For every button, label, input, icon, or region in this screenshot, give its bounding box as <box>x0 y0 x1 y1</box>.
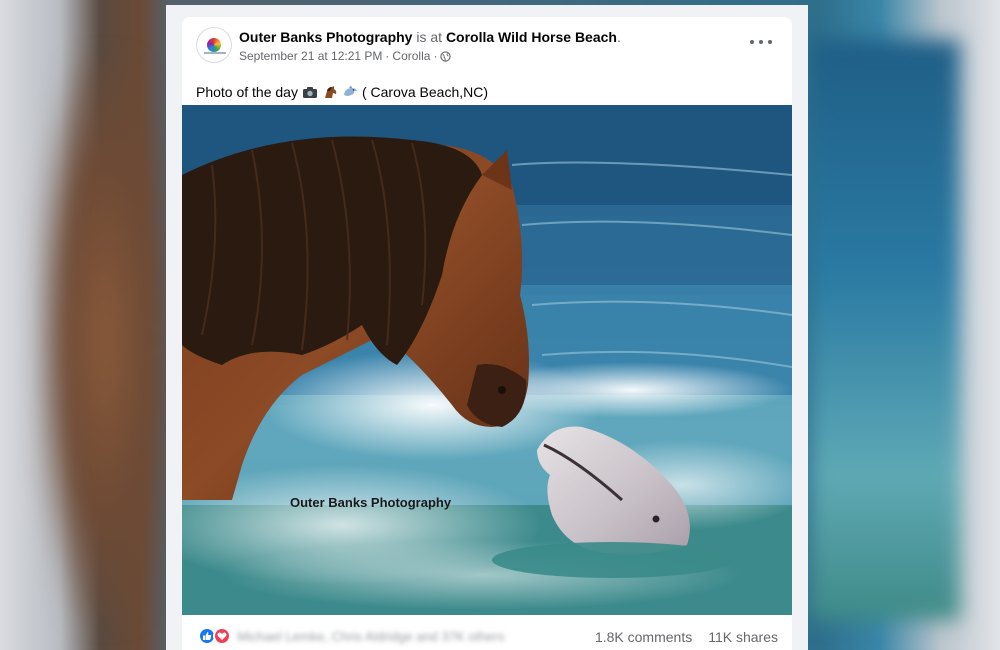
post-photo[interactable]: Outer Banks Photography <box>182 105 792 615</box>
caption-location: ( Carova Beach,NC) <box>361 84 489 100</box>
post-place[interactable]: Corolla <box>392 49 430 63</box>
horse-emoji-icon <box>324 86 337 98</box>
page-name-link[interactable]: Outer Banks Photography <box>239 29 412 45</box>
avatar-logo-text-mark <box>204 52 226 54</box>
facebook-post: Outer Banks Photography is at Corolla Wi… <box>182 17 792 650</box>
dolphin-emoji-icon <box>343 85 357 96</box>
post-header: Outer Banks Photography is at Corolla Wi… <box>182 17 792 77</box>
camera-emoji-icon <box>302 87 317 98</box>
feed-column: Outer Banks Photography is at Corolla Wi… <box>166 5 808 650</box>
love-reaction-icon <box>213 627 231 645</box>
at-text: is at <box>416 29 443 45</box>
blurred-horse-left <box>40 60 170 620</box>
meta-separator: · <box>433 49 438 63</box>
location-suffix: . <box>616 29 621 45</box>
post-meta: September 21 at 12:21 PM · Corolla · <box>239 49 452 63</box>
post-title-line: Outer Banks Photography is at Corolla Wi… <box>239 29 621 45</box>
location-link[interactable]: Corolla Wild Horse Beach <box>446 29 617 45</box>
globe-icon <box>440 50 452 62</box>
horse-and-dolphin-photo <box>182 105 792 615</box>
comments-count-link[interactable]: 1.8K comments <box>595 629 692 645</box>
engagement-counts: 1.8K comments 11K shares <box>595 629 778 645</box>
photo-watermark: Outer Banks Photography <box>290 495 452 510</box>
caption-text: Photo of the day <box>196 84 298 100</box>
post-timestamp[interactable]: September 21 at 12:21 PM <box>239 49 382 63</box>
reactor-names: Michael Lemke, Chris Aldridge and 37K ot… <box>237 628 505 644</box>
post-footer: Michael Lemke, Chris Aldridge and 37K ot… <box>182 615 792 650</box>
reaction-summary[interactable]: Michael Lemke, Chris Aldridge and 37K ot… <box>198 627 504 645</box>
avatar-logo-icon <box>207 38 221 52</box>
shares-count-link[interactable]: 11K shares <box>708 629 778 645</box>
post-caption: Photo of the day ( Carova Beach,NC) <box>196 84 488 100</box>
more-options-icon[interactable] <box>750 35 772 49</box>
meta-separator: · <box>385 49 390 63</box>
page-avatar[interactable] <box>196 27 232 63</box>
blurred-sea-right <box>810 40 960 620</box>
